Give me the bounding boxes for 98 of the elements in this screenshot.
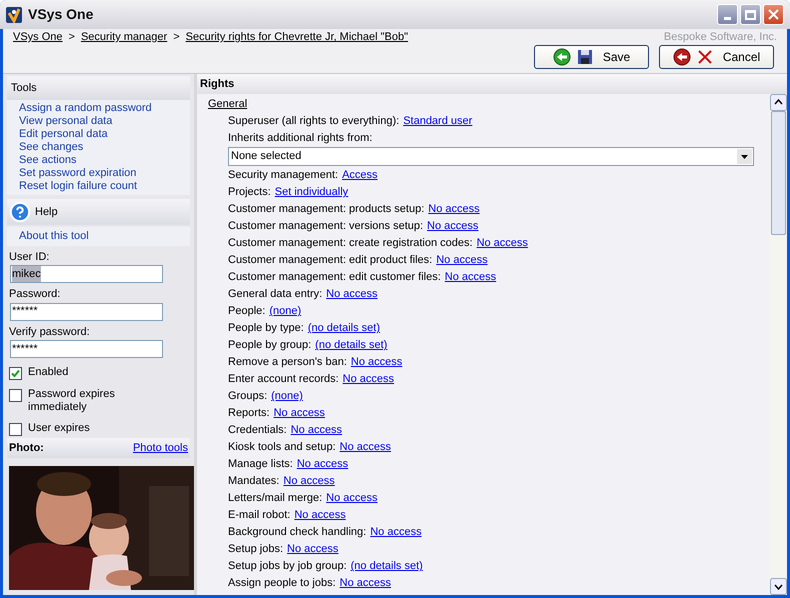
company-name: Bespoke Software, Inc. xyxy=(664,30,777,44)
right-link[interactable]: Access xyxy=(342,167,378,184)
right-link[interactable]: No access xyxy=(350,354,402,371)
right-label: General data entry: xyxy=(228,287,322,302)
scrollbar[interactable] xyxy=(770,94,787,595)
right-label: Projects: xyxy=(228,185,271,200)
photo-title: Photo: xyxy=(9,440,44,456)
right-link[interactable]: No access xyxy=(427,218,478,235)
help-link[interactable]: About this tool xyxy=(19,228,190,244)
right-label: Background check handling: xyxy=(228,525,366,540)
right-link[interactable]: No access xyxy=(428,201,480,218)
close-button[interactable] xyxy=(763,4,784,25)
right-label: Kiosk tools and setup: xyxy=(228,440,336,456)
right-link[interactable]: No access xyxy=(340,575,391,592)
right-link[interactable]: (no details set) xyxy=(308,320,380,337)
right-link[interactable]: No access xyxy=(274,405,325,422)
checkbox[interactable] xyxy=(9,389,22,402)
minimize-button[interactable] xyxy=(717,4,738,25)
field-label: Verify password: xyxy=(9,324,91,340)
right-label: Credentials: xyxy=(228,423,287,438)
right-link[interactable]: No access xyxy=(294,507,346,524)
breadcrumb-link[interactable]: VSys One xyxy=(13,30,63,44)
input-field[interactable]: ****** xyxy=(10,302,163,320)
checkbox[interactable] xyxy=(9,367,22,380)
close-icon xyxy=(696,49,713,65)
right-label: Inherits additional rights from: xyxy=(228,131,374,146)
help-title: Help xyxy=(35,204,58,220)
breadcrumb-separator: > xyxy=(173,30,180,44)
right-label: People by type: xyxy=(228,321,304,336)
right-link[interactable]: No access xyxy=(326,490,378,507)
right-link[interactable]: No access xyxy=(436,252,488,269)
breadcrumb-link[interactable]: Security manager xyxy=(80,30,168,44)
maximize-button[interactable] xyxy=(740,4,761,25)
right-link[interactable]: Standard user xyxy=(403,113,472,130)
field-label: User ID: xyxy=(9,250,50,264)
right-label: Remove a person's ban: xyxy=(228,355,347,370)
tools-header: Tools xyxy=(7,76,190,100)
checkbox[interactable] xyxy=(9,423,22,436)
window-title: VSys One xyxy=(28,5,94,24)
tool-link[interactable]: See actions xyxy=(19,154,190,167)
tool-link[interactable]: Assign a random password xyxy=(19,102,190,115)
right-link[interactable]: No access xyxy=(370,524,422,541)
inherits-dropdown[interactable]: None selected xyxy=(228,147,754,166)
checkbox-label: Password expires immediately xyxy=(28,388,116,414)
right-label: Mandates: xyxy=(228,474,280,490)
close-icon xyxy=(768,9,779,20)
right-link[interactable]: No access xyxy=(283,473,335,490)
right-label: Reports: xyxy=(228,406,270,422)
right-label: Customer management: create registration codes: xyxy=(228,236,473,252)
checkbox-label: User expires xyxy=(28,422,90,435)
right-label: Setup jobs: xyxy=(228,542,284,558)
right-link[interactable]: No access xyxy=(476,235,528,252)
cancel-button[interactable]: Cancel xyxy=(659,45,774,69)
right-link[interactable]: No access xyxy=(444,269,496,286)
right-link[interactable]: (no details set) xyxy=(315,337,388,354)
right-link[interactable]: (no details set) xyxy=(350,558,423,575)
right-label: Assign people to jobs: xyxy=(228,576,336,592)
right-link[interactable]: No access xyxy=(290,422,342,439)
rights-header: Rights xyxy=(197,74,787,94)
right-label: E-mail robot: xyxy=(228,508,290,524)
help-icon xyxy=(9,201,31,223)
tool-link[interactable]: Reset login failure count xyxy=(19,180,190,193)
right-link[interactable]: (none) xyxy=(269,303,302,320)
tool-link[interactable]: Edit personal data xyxy=(19,128,190,141)
right-link[interactable]: No access xyxy=(287,541,338,558)
right-label: Manage lists: xyxy=(228,457,293,472)
right-link[interactable]: (none) xyxy=(271,388,303,405)
right-link[interactable]: No access xyxy=(342,371,394,388)
breadcrumb-separator: > xyxy=(68,30,75,44)
right-label: Letters/mail merge: xyxy=(228,491,322,506)
photo-tools-link[interactable]: Photo tools xyxy=(132,440,188,456)
input-field[interactable]: mikec xyxy=(10,265,163,283)
tool-link[interactable]: See changes xyxy=(19,141,190,154)
tool-link[interactable]: Set password expiration xyxy=(19,167,190,180)
right-link[interactable]: No access xyxy=(296,456,348,473)
input-field[interactable]: ****** xyxy=(10,340,163,358)
checkbox-label: Enabled xyxy=(28,366,68,379)
section-title: General xyxy=(208,97,248,112)
right-label: People by group: xyxy=(228,338,312,354)
right-label: Customer management: edit product files: xyxy=(228,253,432,268)
right-label: Customer management: products setup: xyxy=(228,202,424,218)
field-label: Password: xyxy=(9,287,62,302)
right-label: Setup jobs by job group: xyxy=(228,559,347,574)
breadcrumb-link[interactable]: Security rights for Chevrette Jr, Michael "Bob" xyxy=(186,30,408,44)
app-logo-icon xyxy=(6,6,22,22)
tool-link[interactable]: View personal data xyxy=(19,115,190,128)
right-label: Customer management: versions setup: xyxy=(228,219,424,234)
right-label: Security management: xyxy=(228,168,338,184)
scroll-thumb[interactable] xyxy=(771,111,786,235)
save-button[interactable]: Save xyxy=(534,45,649,69)
right-label: Groups: xyxy=(228,389,268,404)
right-link[interactable]: No access xyxy=(340,439,391,456)
right-label: Customer management: edit customer files: xyxy=(228,270,441,286)
right-label: Superuser (all rights to everything): xyxy=(228,114,400,130)
right-link[interactable]: No access xyxy=(326,286,378,303)
right-label: Enter account records: xyxy=(228,372,339,388)
right-label: People: xyxy=(228,304,266,320)
right-link[interactable]: Set individually xyxy=(274,184,348,201)
